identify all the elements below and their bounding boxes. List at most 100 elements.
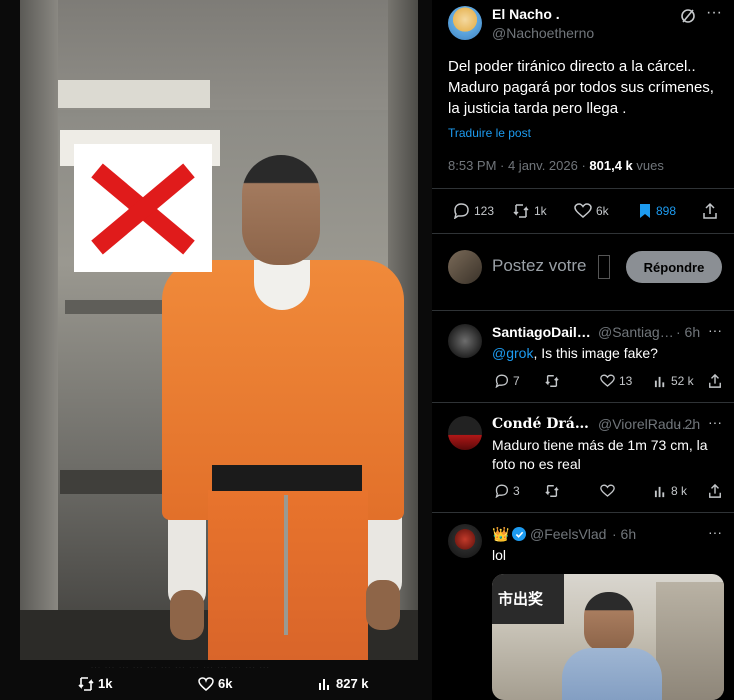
divider [432,512,734,513]
main-repost-count: 1k [534,204,547,218]
reply2-views-button[interactable]: 8 k [654,484,687,498]
reply1-display-name[interactable]: SantiagoDail… [492,324,596,340]
main-reply-button[interactable]: 123 [452,203,494,219]
repost-icon [545,375,559,387]
main-repost-button[interactable]: 1k [512,203,547,219]
share-icon [703,202,717,219]
main-share-button[interactable] [702,202,718,220]
reply-icon [495,374,509,388]
translate-link[interactable]: Traduire le post [448,124,531,143]
main-views-value: 801,4 k [589,158,633,173]
composer-input[interactable]: Postez votre [492,256,587,276]
reply2-body: Maduro tiene más de 1m 73 cm, la foto no… [492,437,708,472]
composer-avatar [448,250,482,284]
main-handle[interactable]: @Nachoetherno [492,25,594,41]
share-icon [709,483,721,498]
post-photo[interactable] [20,0,418,660]
heart-icon [574,203,592,218]
reply2-reply-count: 3 [513,484,520,498]
reply2-like-button[interactable] [600,484,615,498]
person-pants [208,490,368,660]
more-options-icon[interactable]: ··· [706,4,722,22]
main-bookmark-button[interactable]: 898 [638,203,676,219]
reply1-views-count: 52 k [671,374,694,388]
heart-icon [600,374,615,387]
reply2-more-icon[interactable]: ··· [708,414,722,430]
reply-button[interactable]: Répondre [626,251,722,283]
repost-icon [545,485,559,497]
person-head [584,592,634,652]
reply1-like-button[interactable]: 13 [600,374,632,388]
left-views-button[interactable]: 827 k [318,676,369,691]
main-tweet-body: Del poder tiránico directo a la cárcel..… [448,58,714,117]
check-icon [515,531,523,538]
person-chain [284,495,288,635]
composer-cursor [598,255,610,279]
crown-emoji: 👑 [492,526,510,542]
reply1-avatar[interactable] [448,324,482,358]
reply1-reply-button[interactable]: 7 [494,374,520,388]
mall-background [656,582,724,700]
grok-button[interactable] [680,8,696,24]
reply2-repost-button[interactable] [544,484,560,498]
person-belt [212,465,362,491]
main-tweet-meta: 8:53 PM · 4 janv. 2026 · 801,4 k vues [448,156,664,175]
heart-icon [600,484,615,497]
verified-badge-icon [512,527,526,541]
views-icon [319,678,329,690]
divider [432,402,734,403]
grok-icon [681,9,695,23]
reply2-reply-button[interactable]: 3 [494,484,520,498]
heart-icon [198,676,214,691]
reply1-views-button[interactable]: 52 k [654,374,694,388]
reply3-handle[interactable]: @FeelsVlad [530,526,606,542]
person-shirt [562,648,662,700]
reply1-time: · 6h [676,324,701,340]
reply2-display-name[interactable]: Condé Drá… [492,416,596,432]
reply1-body: @grok, Is this image fake? [492,344,728,363]
reply2-share-button[interactable] [708,483,722,499]
reply3-more-icon[interactable]: ··· [708,524,722,540]
reply2-avatar[interactable] [448,416,482,450]
tweet-thread: El Nacho . @Nachoetherno ··· Del poder t… [432,0,734,700]
reply2-time: · 2h [676,416,701,432]
repost-icon [513,204,529,218]
share-icon [709,373,721,388]
reply1-share-button[interactable] [708,373,722,389]
store-sign: 市出奖 [498,591,544,608]
main-like-button[interactable]: 6k [574,203,609,219]
reply1-handle[interactable]: @Santiag… [598,324,674,340]
views-icon [654,486,665,497]
reply1-repost-button[interactable] [544,374,560,388]
main-bookmark-count: 898 [656,204,677,218]
person-hand-left [170,590,204,640]
reply3-image[interactable]: 市出奖 [492,574,724,700]
views-icon [654,376,665,387]
bookmark-icon [640,204,650,218]
reply2-views-count: 8 k [671,484,688,498]
reply-icon [453,203,469,219]
reply1-mention[interactable]: @grok [492,345,533,361]
main-timestamp: 8:53 PM · 4 janv. 2026 · [448,158,590,173]
reply1-more-icon[interactable]: ··· [708,322,722,338]
left-views-count: 827 k [336,676,369,691]
reply1-reply-count: 7 [513,374,520,388]
person-hand-right [366,580,400,630]
main-views-label: vues [632,158,664,173]
reply3-avatar[interactable] [448,524,482,558]
left-repost-button[interactable]: 1k [78,676,112,691]
divider [432,188,734,189]
main-avatar[interactable] [448,6,482,40]
reply3-time: · 6h [612,526,637,542]
left-like-button[interactable]: 6k [198,676,232,691]
image-post: … … … … … … … … … … … … … 1k 6k 827 k [0,0,432,700]
divider [432,233,734,234]
reply1-body-text: , Is this image fake? [533,345,658,361]
fake-mark-x-icon [74,144,212,272]
repost-icon [78,676,94,691]
left-repost-count: 1k [98,676,113,691]
photo-light [40,80,210,108]
main-reply-count: 123 [474,204,495,218]
photo-door-frame-left [20,0,58,660]
main-display-name[interactable]: El Nacho . [492,6,560,22]
